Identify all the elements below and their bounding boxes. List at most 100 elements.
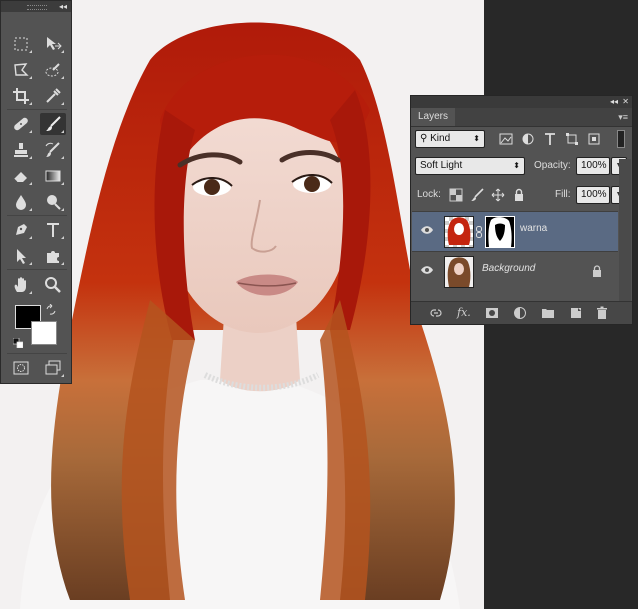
lock-transparent-pixels-icon[interactable] [449, 188, 463, 202]
pen-tool[interactable] [8, 219, 34, 241]
gradient-icon [45, 170, 61, 182]
visibility-eye-icon[interactable] [420, 225, 434, 235]
quick-mask-icon [13, 361, 29, 375]
stamp-icon [14, 143, 28, 157]
move-tool[interactable] [40, 33, 66, 55]
fx-icon[interactable]: fx. [457, 306, 471, 320]
brush-icon [46, 116, 61, 131]
eraser-icon [13, 172, 27, 183]
lock-position-icon[interactable] [491, 188, 505, 202]
layer-thumbnail[interactable] [444, 216, 474, 248]
type-layer-filter-icon[interactable] [543, 132, 557, 146]
dodge-tool[interactable] [40, 191, 66, 213]
swap-colors-icon[interactable] [45, 303, 57, 315]
default-colors-icon[interactable] [12, 335, 24, 349]
blend-mode-value: Soft Light [420, 160, 463, 171]
magnifier-icon [45, 277, 61, 293]
lock-image-pixels-icon[interactable] [470, 188, 484, 202]
layer-name[interactable]: warna [520, 223, 547, 234]
gradient-tool[interactable] [40, 165, 66, 187]
layer-name[interactable]: Background [482, 263, 535, 274]
filter-kind-select[interactable]: ⚲ Kind ⬍ [415, 130, 485, 148]
adjustment-layer-filter-icon[interactable] [521, 132, 535, 146]
pixel-layer-filter-icon[interactable] [499, 132, 513, 146]
padlock-icon [593, 265, 601, 277]
layers-scrollbar[interactable] [619, 159, 631, 304]
rect-marquee-icon [14, 37, 28, 51]
type-t-icon [47, 223, 59, 237]
spot-heal-tool[interactable] [8, 113, 34, 135]
crop-icon [13, 88, 29, 104]
lock-all-icon[interactable] [512, 188, 526, 202]
new-layer-icon[interactable] [569, 306, 583, 320]
eyedropper-icon [46, 88, 61, 103]
rect-marquee-tool[interactable] [8, 33, 34, 55]
blur-tool[interactable] [8, 191, 34, 213]
tab-layers[interactable]: Layers [411, 108, 456, 126]
shape-layer-filter-icon[interactable] [565, 132, 579, 146]
layers-panel-titlebar[interactable]: ◂◂ ✕ [411, 96, 632, 108]
polygon-lasso-tool[interactable] [8, 59, 34, 81]
layer-mask-thumbnail[interactable] [485, 216, 515, 248]
puzzle-shape-icon [47, 251, 59, 263]
adjustment-layer-icon[interactable] [513, 306, 527, 320]
zoom-tool[interactable] [40, 274, 66, 296]
mask-link-chain-icon[interactable] [475, 225, 483, 238]
layers-bottom-toolbar: fx. [411, 301, 632, 324]
link-layers-icon[interactable] [429, 306, 443, 320]
visibility-eye-icon[interactable] [420, 265, 434, 275]
hand-icon [14, 277, 26, 292]
layer-row-background[interactable]: Background [412, 251, 618, 291]
quick-select-icon [45, 63, 60, 77]
search-icon: ⚲ [420, 133, 431, 144]
polygon-lasso-icon [14, 63, 29, 76]
lock-row: Lock: Fill: 100% ▼ [415, 186, 628, 208]
collapse-icon[interactable]: ◂◂ [59, 1, 67, 12]
tools-panel-header[interactable]: ◂◂ [1, 1, 71, 12]
stepper-arrows-icon: ⬍ [513, 161, 520, 170]
quick-mask-button[interactable] [8, 357, 34, 379]
add-mask-icon[interactable] [485, 306, 499, 320]
hand-tool[interactable] [8, 274, 34, 296]
trash-icon[interactable] [595, 306, 609, 320]
pen-icon [16, 224, 27, 235]
quick-select-tool[interactable] [40, 59, 66, 81]
smart-object-filter-icon[interactable] [587, 132, 601, 146]
opacity-label: Opacity: [534, 160, 571, 171]
crop-tool[interactable] [8, 85, 34, 107]
blur-drop-icon [16, 195, 26, 210]
brush-tool[interactable] [40, 113, 66, 135]
history-brush-icon [45, 142, 60, 157]
blend-mode-select[interactable]: Soft Light ⬍ [415, 157, 525, 175]
arrow-cursor-icon [17, 249, 26, 264]
eraser-tool[interactable] [8, 165, 34, 187]
tools-panel: ◂◂ [0, 0, 72, 384]
clone-stamp-tool[interactable] [8, 139, 34, 161]
grip-handle[interactable] [27, 5, 47, 10]
filter-toggle-switch[interactable] [617, 130, 625, 148]
opacity-input[interactable]: 100% [576, 157, 610, 175]
close-icon[interactable]: ✕ [622, 96, 629, 108]
filter-kind-value: Kind [430, 133, 451, 144]
history-brush-tool[interactable] [40, 139, 66, 161]
lock-label: Lock: [417, 189, 441, 200]
screen-mode-button[interactable] [40, 357, 66, 379]
blend-row: Soft Light ⬍ Opacity: 100% ▼ [415, 157, 628, 179]
screen-mode-icon [45, 360, 61, 375]
eyedropper-tool[interactable] [40, 85, 66, 107]
layer-thumbnail[interactable] [444, 256, 474, 288]
custom-shape-tool[interactable] [40, 245, 66, 267]
panel-menu-icon[interactable]: ▾≡ [618, 112, 628, 122]
fill-input[interactable]: 100% [576, 186, 610, 204]
background-color-swatch[interactable] [31, 321, 57, 345]
type-tool[interactable] [40, 219, 66, 241]
collapse-icon[interactable]: ◂◂ [610, 96, 618, 108]
dodge-icon [47, 195, 61, 210]
path-select-tool[interactable] [8, 245, 34, 267]
fill-label: Fill: [555, 189, 571, 200]
layer-row-warna[interactable]: warna [412, 211, 618, 251]
portrait-thumbnail-icon [447, 257, 471, 287]
bandage-icon [14, 117, 28, 131]
group-folder-icon[interactable] [541, 306, 555, 320]
stepper-arrows-icon: ⬍ [473, 134, 480, 143]
